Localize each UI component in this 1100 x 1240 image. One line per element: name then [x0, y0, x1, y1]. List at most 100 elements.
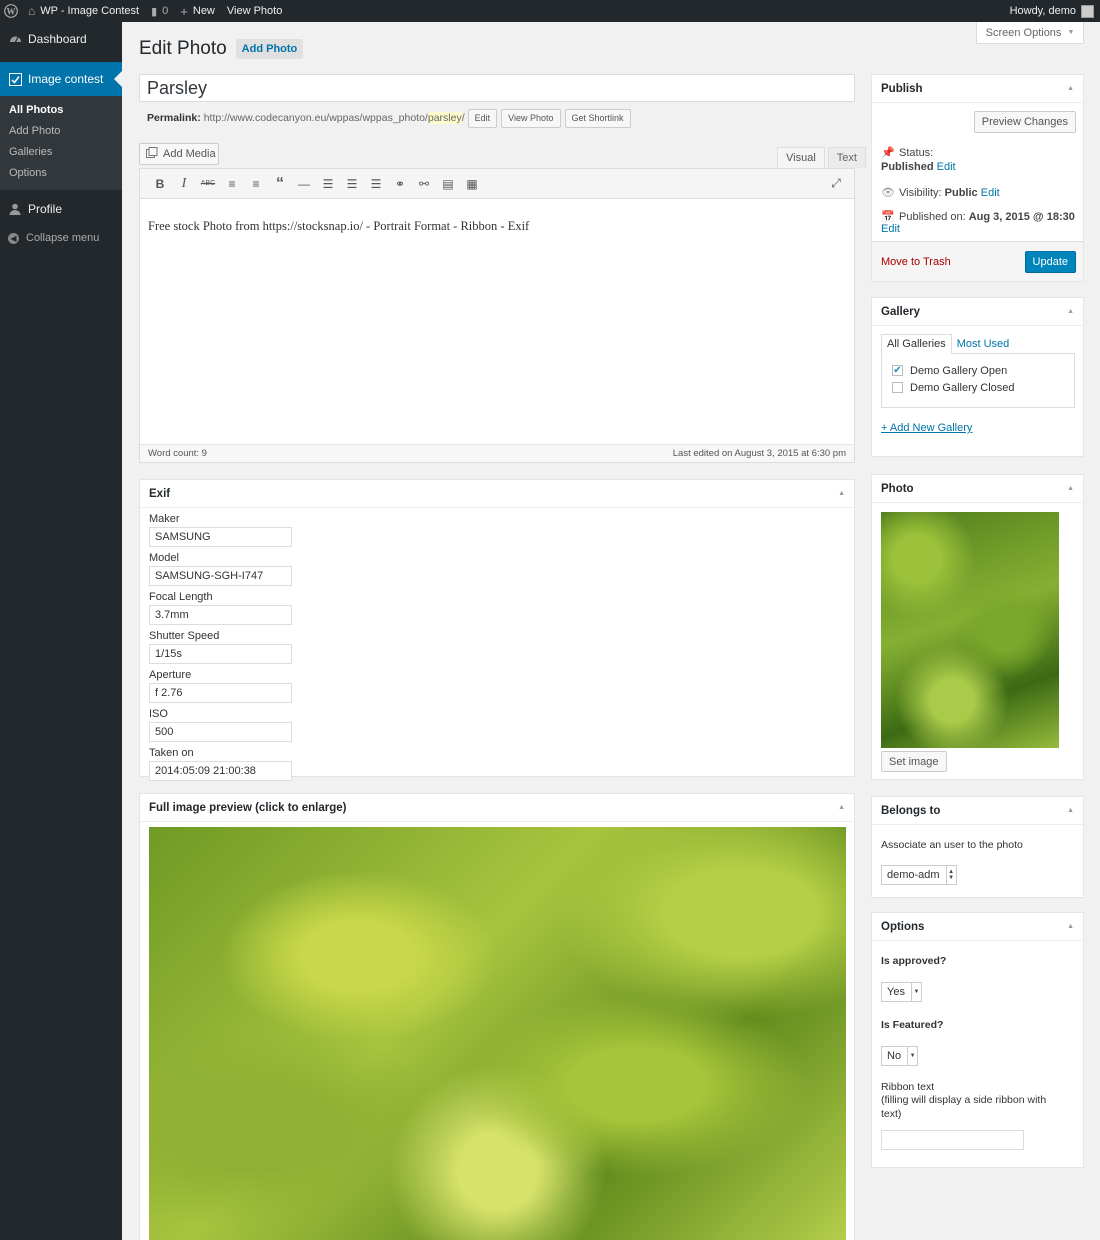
- view-photo-link[interactable]: View Photo: [221, 0, 288, 22]
- calendar-icon: 📅: [881, 211, 895, 223]
- exif-box-header[interactable]: Exif ▲: [140, 480, 854, 508]
- post-title-input[interactable]: Parsley: [139, 74, 855, 102]
- photo-box-header[interactable]: Photo ▲: [872, 475, 1083, 503]
- sidebar-label-dashboard: Dashboard: [28, 32, 87, 46]
- numbered-list-icon[interactable]: ≡: [244, 172, 268, 196]
- permalink-slug[interactable]: parsley: [427, 112, 462, 124]
- permalink-edit-button[interactable]: Edit: [467, 108, 498, 128]
- update-button[interactable]: Update: [1024, 250, 1076, 273]
- user-select[interactable]: demo-adm ▲ ▼: [881, 865, 957, 885]
- exif-aperture-input[interactable]: f 2.76: [149, 683, 292, 703]
- sidebar-item-dashboard[interactable]: Dashboard: [0, 22, 122, 56]
- blockquote-icon[interactable]: “: [268, 172, 292, 196]
- wordpress-logo-icon[interactable]: W: [0, 0, 22, 22]
- checkbox-unchecked[interactable]: [892, 382, 903, 393]
- toggle-arrow-icon[interactable]: ▲: [838, 804, 845, 811]
- ribbon-text-input[interactable]: [881, 1130, 1024, 1150]
- belongs-to-header[interactable]: Belongs to ▲: [872, 797, 1083, 825]
- exif-field-taken-on: Taken on 2014:05:09 21:00:38: [149, 746, 854, 781]
- exif-iso-input[interactable]: 500: [149, 722, 292, 742]
- editor-status-bar: Word count: 9 Last edited on August 3, 2…: [140, 444, 854, 462]
- exif-label: Taken on: [149, 747, 194, 759]
- add-media-button[interactable]: Add Media: [139, 143, 219, 165]
- get-shortlink-button[interactable]: Get Shortlink: [564, 108, 631, 128]
- exif-taken-on-input[interactable]: 2014:05:09 21:00:38: [149, 761, 292, 781]
- list-item[interactable]: ✔ Demo Gallery Open: [892, 362, 1074, 379]
- exif-focal-length-input[interactable]: 3.7mm: [149, 605, 292, 625]
- sidebar-item-profile[interactable]: Profile: [0, 192, 122, 226]
- sidebar-item-image-contest[interactable]: Image contest: [0, 62, 122, 96]
- visibility-row: 👁 Visibility: Public Edit: [881, 186, 1083, 200]
- tab-visual[interactable]: Visual: [777, 147, 825, 168]
- options-header[interactable]: Options ▲: [872, 913, 1083, 941]
- italic-icon[interactable]: I: [172, 172, 196, 196]
- editor-content[interactable]: Free stock Photo from https://stocksnap.…: [140, 199, 854, 254]
- exif-maker-input[interactable]: SAMSUNG: [149, 527, 292, 547]
- ribbon-help: (filling will display a side ribbon with…: [881, 1094, 1047, 1120]
- new-content-link[interactable]: + New: [174, 0, 221, 22]
- bullet-list-icon[interactable]: ≡: [220, 172, 244, 196]
- user-select-value: demo-adm: [887, 869, 940, 881]
- toggle-arrow-icon[interactable]: ▲: [1067, 923, 1074, 930]
- submenu-item-galleries[interactable]: Galleries: [0, 142, 122, 163]
- preview-changes-button[interactable]: Preview Changes: [973, 111, 1076, 133]
- align-left-icon[interactable]: ☰: [316, 172, 340, 196]
- align-right-icon[interactable]: ☰: [364, 172, 388, 196]
- edit-visibility-link[interactable]: Edit: [981, 187, 1000, 199]
- collapse-menu-button[interactable]: ◀ Collapse menu: [0, 228, 122, 248]
- checkbox-checked[interactable]: ✔: [892, 365, 903, 376]
- add-photo-button[interactable]: Add Photo: [235, 39, 304, 59]
- bold-icon[interactable]: B: [148, 172, 172, 196]
- permalink-base: http://www.codecanyon.eu/wppas/wppas_pho…: [203, 112, 428, 124]
- unlink-icon[interactable]: ⚯: [412, 172, 436, 196]
- horizontal-line-icon[interactable]: —: [292, 172, 316, 196]
- approved-select[interactable]: Yes ▼: [881, 982, 922, 1002]
- full-image-preview[interactable]: [149, 827, 846, 1240]
- view-photo-button[interactable]: View Photo: [501, 108, 561, 128]
- exif-model-input[interactable]: SAMSUNG-SGH-I747: [149, 566, 292, 586]
- toolbar-toggle-icon[interactable]: ▦: [460, 172, 484, 196]
- published-on-row: 📅 Published on: Aug 3, 2015 @ 18:30: [881, 210, 1083, 224]
- featured-select[interactable]: No ▼: [881, 1046, 919, 1066]
- toggle-arrow-icon[interactable]: ▲: [1067, 85, 1074, 92]
- add-new-gallery-link[interactable]: + Add New Gallery: [881, 422, 1083, 434]
- strikethrough-icon[interactable]: ABC: [196, 172, 220, 196]
- screen-options-button[interactable]: Screen Options ▼: [976, 22, 1084, 44]
- comment-icon: ▮: [151, 5, 158, 18]
- comments-link[interactable]: ▮ 0: [145, 0, 174, 22]
- comments-count: 0: [162, 5, 169, 17]
- gallery-box-header[interactable]: Gallery ▲: [872, 298, 1083, 326]
- align-center-icon[interactable]: ☰: [340, 172, 364, 196]
- featured-value: No: [887, 1050, 902, 1062]
- exif-label: Aperture: [149, 669, 192, 681]
- read-more-icon[interactable]: ▤: [436, 172, 460, 196]
- toggle-arrow-icon[interactable]: ▲: [838, 490, 845, 497]
- eye-icon: 👁: [881, 187, 895, 199]
- ribbon-label: Ribbon text: [881, 1081, 935, 1093]
- site-name-link[interactable]: ⌂ WP - Image Contest: [22, 0, 145, 22]
- tab-all-galleries[interactable]: All Galleries: [881, 334, 952, 354]
- move-to-trash-link[interactable]: Move to Trash: [881, 256, 951, 268]
- publish-box-header[interactable]: Publish ▲: [872, 75, 1083, 103]
- permalink-end: /: [461, 112, 465, 124]
- link-icon[interactable]: ⚭: [388, 172, 412, 196]
- photo-thumbnail[interactable]: [881, 512, 1059, 748]
- gallery-box: Gallery ▲ All Galleries Most Used ✔ Demo…: [871, 297, 1084, 457]
- tab-text[interactable]: Text: [827, 147, 866, 168]
- toggle-arrow-icon[interactable]: ▲: [1067, 485, 1074, 492]
- fullscreen-icon[interactable]: ⤢: [824, 172, 848, 196]
- preview-box-header[interactable]: Full image preview (click to enlarge) ▲: [140, 794, 854, 822]
- submenu-item-options[interactable]: Options: [0, 163, 122, 184]
- account-menu[interactable]: Howdy, demo: [1010, 4, 1100, 18]
- tab-most-used[interactable]: Most Used: [952, 334, 1015, 354]
- exif-shutter-speed-input[interactable]: 1/15s: [149, 644, 292, 664]
- toggle-arrow-icon[interactable]: ▲: [1067, 308, 1074, 315]
- toggle-arrow-icon[interactable]: ▲: [1067, 807, 1074, 814]
- edit-status-link[interactable]: Edit: [937, 161, 956, 173]
- set-image-button[interactable]: Set image: [881, 751, 947, 772]
- submenu-item-all-photos[interactable]: All Photos: [0, 100, 122, 121]
- edit-date-link[interactable]: Edit: [881, 223, 900, 235]
- submenu-item-add-photo[interactable]: Add Photo: [0, 121, 122, 142]
- collapse-arrow-icon: ◀: [8, 232, 19, 244]
- list-item[interactable]: Demo Gallery Closed: [892, 379, 1074, 396]
